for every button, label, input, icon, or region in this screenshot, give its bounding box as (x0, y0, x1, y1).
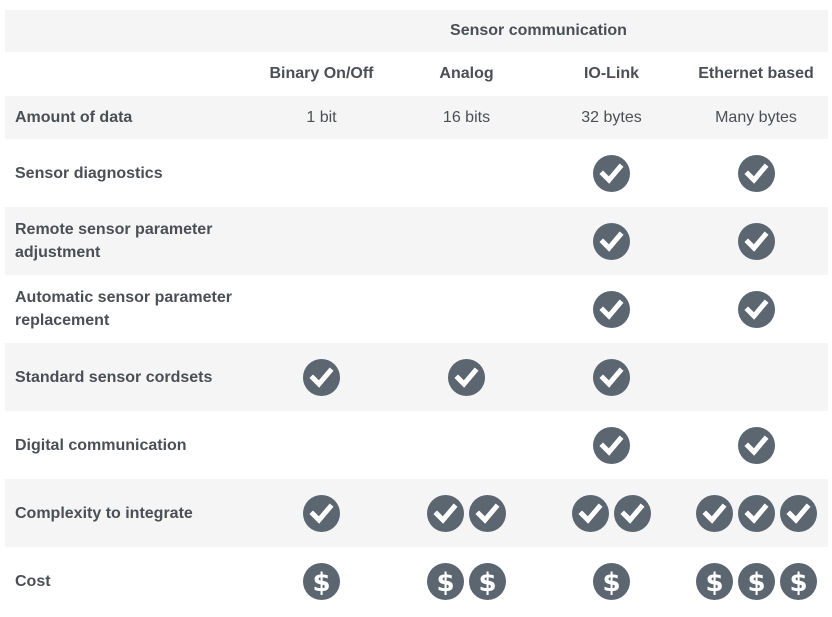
svg-text:$: $ (789, 568, 807, 598)
feature-cell: $ (539, 547, 684, 615)
check-icon (779, 494, 817, 532)
dollar-icon: $ (695, 562, 733, 600)
feature-cell (539, 207, 684, 275)
feature-cell (684, 479, 828, 547)
table-row: Remote sensor parameter adjustment (5, 207, 828, 275)
row-label: Sensor diagnostics (15, 164, 163, 182)
feature-cell (249, 207, 394, 275)
svg-text:$: $ (478, 568, 496, 598)
table-row: Complexity to integrate (5, 479, 828, 547)
row-label: Remote sensor parameter adjustment (15, 221, 213, 261)
check-icon (695, 494, 733, 532)
dollar-icon: $ (427, 562, 464, 600)
feature-cell (249, 139, 394, 207)
row-label: Automatic sensor parameter replacement (15, 289, 232, 329)
feature-cell: $ (249, 547, 394, 615)
check-icon (593, 290, 630, 328)
check-icon (593, 358, 630, 396)
column-header: Analog (439, 65, 494, 82)
feature-cell: $ $ $ (684, 547, 828, 615)
feature-cell (394, 343, 539, 411)
feature-cell (394, 479, 539, 547)
check-icon (737, 290, 775, 328)
dollar-icon: $ (303, 562, 340, 600)
comparison-table: Sensor communication Binary On/Off Analo… (5, 10, 828, 615)
check-icon (593, 426, 630, 464)
check-icon (427, 494, 464, 532)
title-row: Sensor communication (5, 10, 828, 52)
feature-cell (684, 139, 828, 207)
cell-value: 32 bytes (581, 108, 642, 126)
feature-cell (394, 207, 539, 275)
feature-cell (539, 479, 684, 547)
column-header: Ethernet based (698, 65, 814, 82)
dollar-icon: $ (779, 562, 817, 600)
column-header: IO-Link (583, 65, 640, 82)
feature-cell (539, 275, 684, 343)
check-icon (303, 494, 340, 532)
row-label: Complexity to integrate (15, 504, 193, 522)
row-label: Standard sensor cordsets (15, 368, 213, 386)
check-icon (572, 494, 609, 532)
check-icon (303, 358, 340, 396)
cell-value: Many bytes (715, 108, 797, 126)
check-icon (737, 426, 775, 464)
check-icon (469, 494, 506, 532)
svg-text:$: $ (747, 568, 765, 598)
cell-value: 1 bit (306, 108, 337, 126)
feature-cell (539, 139, 684, 207)
row-label: Amount of data (15, 109, 133, 126)
row-label: Cost (15, 572, 51, 590)
svg-text:$: $ (602, 568, 620, 598)
feature-cell (684, 275, 828, 343)
check-icon (614, 494, 651, 532)
feature-cell (249, 275, 394, 343)
feature-cell (249, 411, 394, 479)
feature-cell (684, 411, 828, 479)
column-header-row: Binary On/Off Analog IO-Link Ethernet ba… (5, 52, 828, 96)
column-header: Binary On/Off (269, 65, 374, 82)
feature-cell (394, 411, 539, 479)
svg-text:$: $ (312, 568, 330, 598)
check-icon (593, 222, 630, 260)
feature-cell (539, 411, 684, 479)
feature-cell (249, 479, 394, 547)
check-icon (737, 222, 775, 260)
svg-text:$: $ (705, 568, 723, 598)
check-icon (448, 358, 485, 396)
dollar-icon: $ (593, 562, 630, 600)
check-icon (737, 154, 775, 192)
row-label: Digital communication (15, 436, 187, 454)
dollar-icon: $ (737, 562, 775, 600)
table-title: Sensor communication (450, 22, 627, 39)
feature-cell (684, 343, 828, 411)
table-row-amount-of-data: Amount of data 1 bit 16 bits 32 bytes Ma… (5, 96, 828, 139)
table-row: Automatic sensor parameter replacement (5, 275, 828, 343)
feature-cell: $ $ (394, 547, 539, 615)
feature-cell (539, 343, 684, 411)
svg-text:$: $ (436, 568, 454, 598)
feature-cell (684, 207, 828, 275)
cell-value: 16 bits (442, 108, 491, 126)
check-icon (593, 154, 630, 192)
feature-cell (249, 343, 394, 411)
feature-cell (394, 275, 539, 343)
check-icon (737, 494, 775, 532)
table-row: Standard sensor cordsets (5, 343, 828, 411)
table-row: Sensor diagnostics (5, 139, 828, 207)
dollar-icon: $ (469, 562, 506, 600)
feature-cell (394, 139, 539, 207)
table-row: Cost $ $ $ $ $ $ $ (5, 547, 828, 615)
table-row: Digital communication (5, 411, 828, 479)
